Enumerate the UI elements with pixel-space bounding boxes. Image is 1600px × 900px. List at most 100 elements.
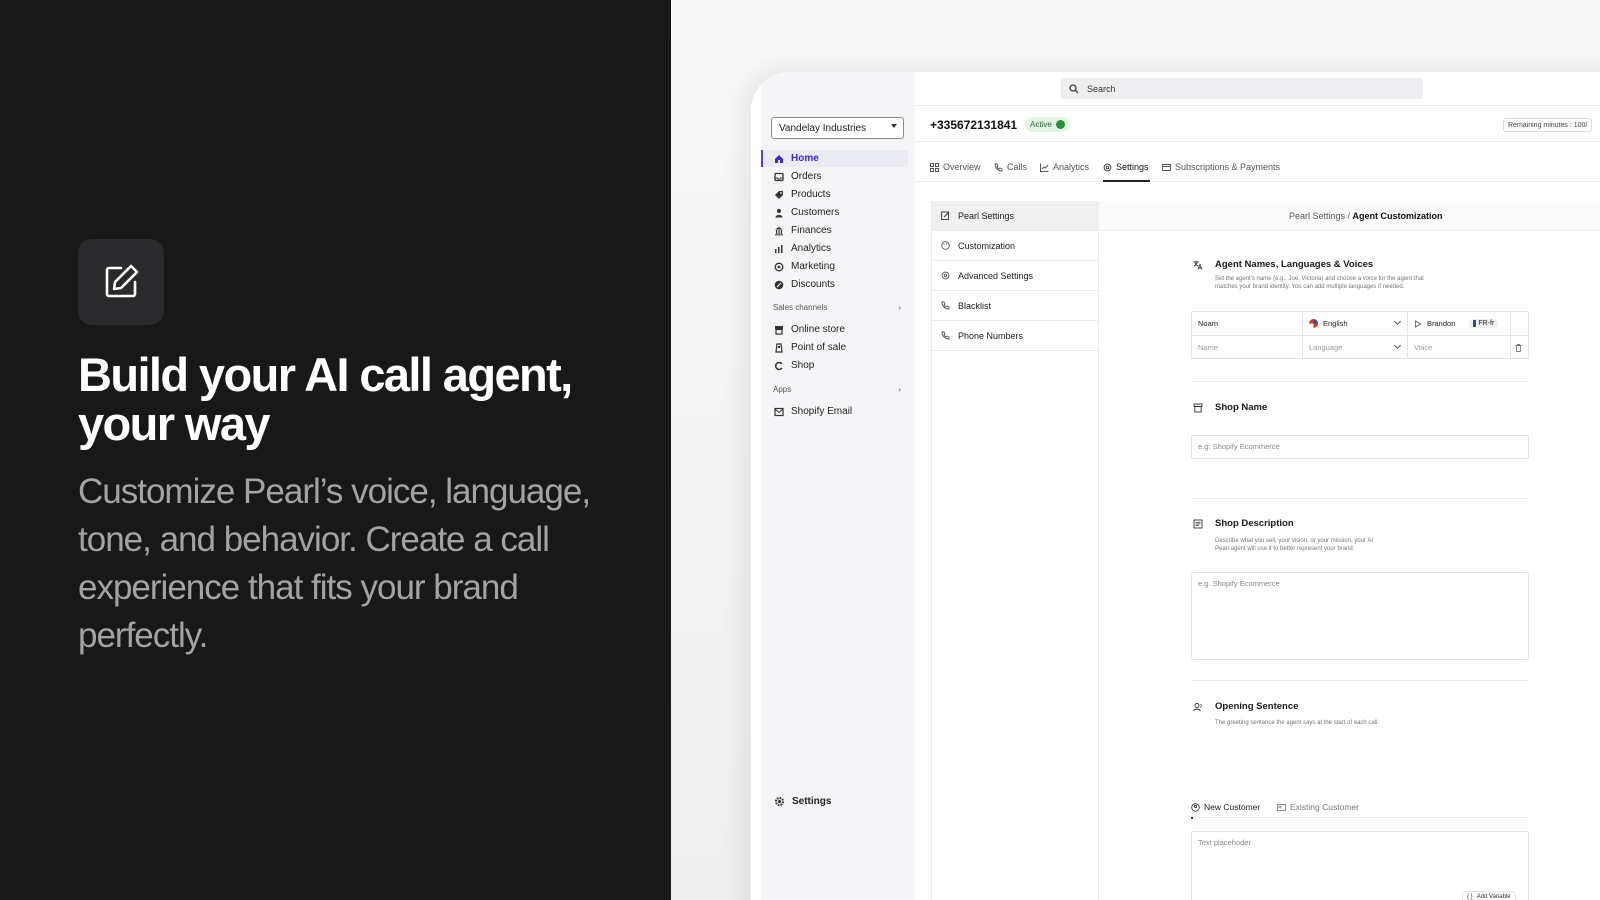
tab-bar: Overview Calls Analytics Settings Subscr… — [915, 156, 1600, 182]
sidebar-item-finances[interactable]: Finances — [761, 222, 908, 239]
settings-menu-advanced[interactable]: Advanced Settings — [932, 261, 1099, 291]
store-select-value: Vandelay Industries — [779, 122, 867, 134]
breadcrumb-current: Agent Customization — [1352, 211, 1443, 221]
chevron-right-icon: › — [898, 385, 901, 394]
opening-sentence-description: The greeting sentence the agent says at … — [1215, 720, 1380, 726]
customer-tabs: New Customer Existing Customer — [1191, 802, 1529, 819]
sidebar-item-analytics[interactable]: Analytics — [761, 240, 908, 257]
apps-header[interactable]: Apps › — [773, 385, 901, 394]
store-select[interactable]: Vandelay Industries — [771, 117, 904, 139]
settings-menu: Pearl Settings Customization Advanced Se… — [931, 201, 1099, 900]
status-label: Active — [1030, 120, 1052, 129]
search-input[interactable]: Search — [1061, 78, 1423, 99]
section-title-text: Shop Description — [1215, 518, 1294, 529]
shop-description-text: Describe what you sell, your vision, or … — [1215, 538, 1374, 552]
sidebar-item-home[interactable]: Home — [761, 150, 908, 167]
play-icon — [1415, 319, 1422, 328]
status-badge[interactable]: Active — [1025, 117, 1070, 132]
tab-analytics[interactable]: Analytics — [1040, 162, 1089, 172]
sidebar-item-label: Online store — [791, 324, 845, 335]
language-select-empty[interactable]: Language — [1303, 336, 1407, 359]
voice-value: Brandon — [1427, 319, 1456, 328]
phone-number: +335672131841 — [930, 118, 1018, 132]
settings-menu-blacklist[interactable]: Blacklist — [932, 291, 1099, 321]
shop-name-input[interactable]: e.g. Shopify Ecommerce — [1191, 435, 1529, 459]
sidebar-item-orders[interactable]: Orders — [761, 168, 908, 185]
sidebar-item-label: Point of sale — [791, 342, 847, 353]
section-title-text: Shop Name — [1215, 402, 1268, 413]
phone-icon — [994, 163, 1003, 172]
sidebar-item-products[interactable]: Products — [761, 186, 908, 203]
voice-cell[interactable]: Brandon FR-fr — [1408, 312, 1510, 335]
sidebar-item-point-of-sale[interactable]: Point of sale — [761, 339, 908, 356]
opening-sentence-input[interactable]: Text placehoder { } Add Variable — [1191, 831, 1529, 900]
braces-icon: { } — [1467, 894, 1473, 900]
add-variable-button[interactable]: { } Add Variable — [1462, 891, 1516, 900]
card-icon — [1162, 163, 1171, 172]
hero-subtitle: Customize Pearl’s voice, language, tone,… — [78, 472, 591, 655]
sidebar-item-label: Products — [791, 189, 831, 200]
language-value: English — [1323, 319, 1348, 328]
bar-chart-icon — [774, 244, 784, 254]
delete-row-button[interactable] — [1510, 336, 1528, 359]
language-placeholder: Language — [1309, 343, 1343, 352]
settings-menu-customization[interactable]: Customization — [932, 231, 1099, 261]
gear-icon — [774, 796, 785, 807]
agent-section-title: Agent Names, Languages & Voices — [1193, 259, 1373, 270]
sidebar-item-online-store[interactable]: Online store — [761, 321, 908, 338]
translate-icon — [1193, 260, 1203, 270]
language-select[interactable]: English — [1303, 312, 1407, 335]
settings-menu-label: Phone Numbers — [958, 330, 1024, 341]
sidebar-item-shop[interactable]: Shop — [761, 357, 908, 374]
tab-subscriptions[interactable]: Subscriptions & Payments — [1162, 162, 1280, 172]
tab-label: Settings — [1116, 162, 1149, 172]
agent-name-cell[interactable]: Noam — [1192, 312, 1302, 335]
sidebar-item-label: Customers — [791, 207, 840, 218]
sidebar-item-marketing[interactable]: Marketing — [761, 258, 908, 275]
sidebar-item-label: Orders — [791, 171, 822, 182]
settings-menu-label: Blacklist — [958, 300, 992, 311]
locale-value: FR-fr — [1478, 320, 1495, 327]
inbox-icon — [774, 172, 784, 182]
tab-existing-customer[interactable]: Existing Customer — [1277, 802, 1359, 812]
search-icon — [1069, 83, 1079, 93]
section-label: Sales channels — [773, 303, 828, 312]
chevron-right-icon: › — [898, 303, 901, 312]
sales-channels-header[interactable]: Sales channels › — [773, 303, 901, 312]
voice-person-icon — [1193, 702, 1203, 712]
settings-menu-pearl-settings[interactable]: Pearl Settings — [932, 201, 1099, 231]
active-tab-indicator — [1103, 180, 1150, 182]
sidebar-item-label: Shopify Email — [791, 406, 853, 417]
store-icon — [1193, 403, 1203, 413]
sidebar-settings[interactable]: Settings — [774, 796, 831, 807]
bank-icon — [774, 226, 784, 236]
edit-icon — [941, 211, 950, 220]
phone-icon — [941, 331, 950, 340]
tag-icon — [774, 190, 784, 200]
agent-section-description: Set the agent's name (e.g., Joe, Victori… — [1215, 276, 1424, 290]
person-icon — [774, 208, 784, 218]
tab-settings[interactable]: Settings — [1103, 162, 1149, 172]
sidebar-item-customers[interactable]: Customers — [761, 204, 908, 221]
name-input[interactable]: Name — [1192, 336, 1302, 359]
sidebar-item-shopify-email[interactable]: Shopify Email — [761, 403, 908, 420]
settings-menu-phone-numbers[interactable]: Phone Numbers — [932, 321, 1099, 351]
top-bar: Search — [915, 72, 1600, 106]
breadcrumb-parent[interactable]: Pearl Settings — [1289, 211, 1345, 221]
id-card-icon — [1277, 803, 1286, 812]
email-icon — [774, 407, 784, 417]
voice-input[interactable]: Voice — [1408, 336, 1510, 359]
tab-new-customer[interactable]: New Customer — [1191, 802, 1260, 812]
breadcrumb-separator: / — [1345, 211, 1353, 221]
opening-sentence-title: Opening Sentence — [1193, 701, 1298, 712]
shop-description-input[interactable]: e.g. Shopify Ecommerce — [1191, 572, 1529, 660]
section-title-text: Opening Sentence — [1215, 701, 1299, 712]
sidebar-item-label: Home — [791, 153, 819, 164]
remaining-minutes: Remaining minutes : 100/ — [1503, 118, 1593, 132]
tab-calls[interactable]: Calls — [994, 162, 1027, 172]
sidebar-item-discounts[interactable]: Discounts — [761, 276, 908, 293]
sidebar-item-label: Shop — [791, 360, 815, 371]
tab-overview[interactable]: Overview — [930, 162, 981, 172]
discount-icon — [774, 280, 784, 290]
section-divider — [1191, 680, 1529, 681]
